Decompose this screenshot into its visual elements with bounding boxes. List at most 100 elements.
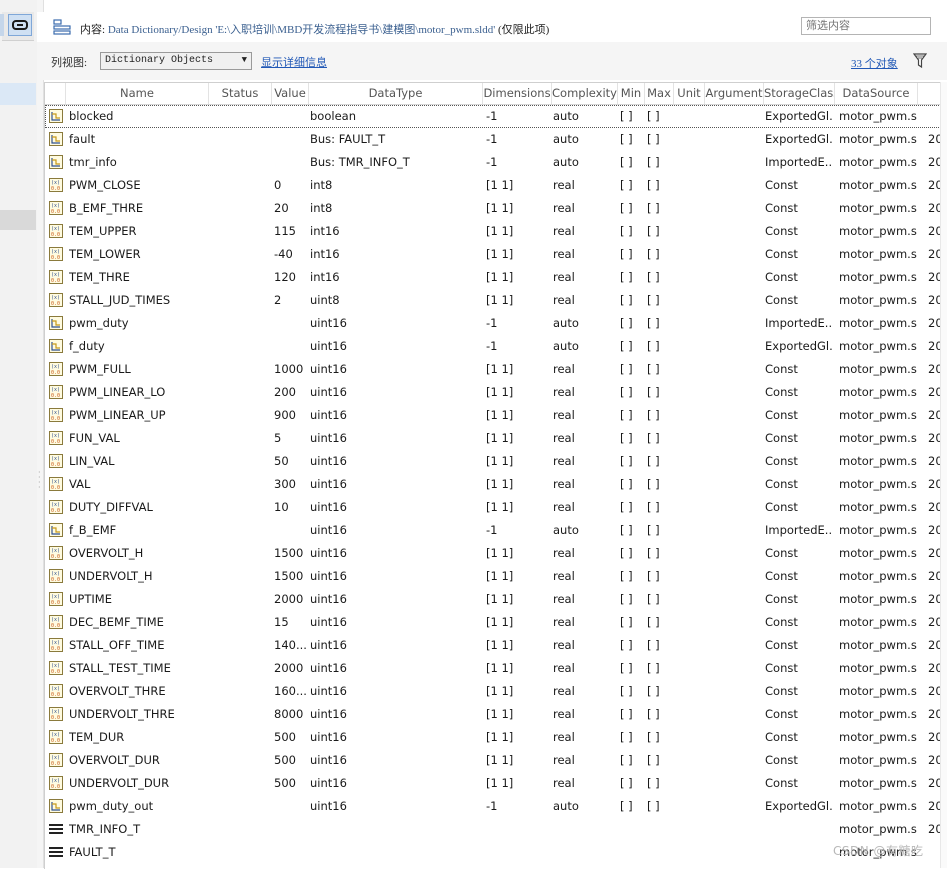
cell-complexity: real (553, 588, 615, 611)
cell-name: PWM_CLOSE (69, 174, 207, 197)
svg-text:0.0: 0.0 (51, 577, 60, 583)
header-unit[interactable]: Unit (674, 83, 705, 104)
table-row[interactable]: pwm_duty uint16 -1 auto [ ] [ ] ImportedE... mo… (45, 312, 941, 335)
cell-datatype: Bus: TMR_INFO_T (310, 151, 480, 174)
table-row[interactable]: (x) 0.0 STALL_OFF_TIME 140... uint16 [1 1] rea… (45, 634, 941, 657)
parameter-object-icon: (x) 0.0 (49, 661, 63, 675)
cell-status (211, 588, 269, 611)
cell-dimensions: [1 1] (486, 381, 550, 404)
table-row[interactable]: (x) 0.0 UNDERVOLT_DUR 500 uint16 [1 1] real [ ]… (45, 772, 941, 795)
header-status[interactable]: Status (209, 83, 272, 104)
table-row[interactable]: fault Bus: FAULT_T -1 auto [ ] [ ] ExportedGl.… (45, 128, 941, 151)
parameter-object-icon: (x) 0.0 (49, 201, 63, 215)
cell-datasource: motor_pwm.s... (839, 381, 917, 404)
cell-value: 1500 (274, 542, 308, 565)
header-min[interactable]: Min (618, 83, 645, 104)
table-row[interactable]: (x) 0.0 VAL 300 uint16 [1 1] real [ ] [ ] Const mo… (45, 473, 941, 496)
cell-dimensions: -1 (486, 519, 550, 542)
cell-value: 115 (274, 220, 308, 243)
header-extra[interactable] (918, 83, 941, 104)
table-row[interactable]: (x) 0.0 UNDERVOLT_H 1500 uint16 [1 1] real [ ] [… (45, 565, 941, 588)
cell-complexity: real (553, 358, 615, 381)
cell-datasource: motor_pwm.s... (839, 404, 917, 427)
show-details-link[interactable]: 显示详细信息 (261, 54, 327, 70)
table-row[interactable]: (x) 0.0 OVERVOLT_H 1500 uint16 [1 1] real [ ] [ … (45, 542, 941, 565)
table-row[interactable]: pwm_duty_out uint16 -1 auto [ ] [ ] ExportedGl… (45, 795, 941, 818)
table-row[interactable]: (x) 0.0 TEM_DUR 500 uint16 [1 1] real [ ] [ ] Con… (45, 726, 941, 749)
table-row[interactable]: f_duty uint16 -1 auto [ ] [ ] ExportedGl... mot… (45, 335, 941, 358)
signal-object-icon (49, 109, 63, 123)
header-value[interactable]: Value (272, 83, 309, 104)
object-count-link[interactable]: 33 个对象 (851, 55, 898, 71)
table-row[interactable]: FAULT_Tmotor_pwm.s... (45, 841, 941, 864)
cell-storageclass: Const (765, 634, 833, 657)
table-row[interactable]: f_B_EMF uint16 -1 auto [ ] [ ] ImportedE... mot… (45, 519, 941, 542)
cell-datasource: motor_pwm.s... (839, 473, 917, 496)
tree-item-highlight[interactable] (0, 210, 36, 230)
header-complexity[interactable]: Complexity (552, 83, 618, 104)
table-row[interactable]: (x) 0.0 OVERVOLT_DUR 500 uint16 [1 1] real [ ] [… (45, 749, 941, 772)
cell-value: 10 (274, 496, 308, 519)
table-row[interactable]: (x) 0.0 PWM_FULL 1000 uint16 [1 1] real [ ] [ ] C… (45, 358, 941, 381)
cell-min: [ ] (620, 473, 644, 496)
svg-text:0.0: 0.0 (51, 784, 60, 790)
cell-min: [ ] (620, 680, 644, 703)
header-storageclass[interactable]: StorageClass (764, 83, 835, 104)
cell-complexity: auto (553, 128, 615, 151)
signal-object-icon (49, 339, 63, 353)
header-name[interactable]: Name (66, 83, 209, 104)
svg-text:0.0: 0.0 (51, 301, 60, 307)
table-row[interactable]: (x) 0.0 UNDERVOLT_THRE 8000 uint16 [1 1] real [… (45, 703, 941, 726)
header-dimensions[interactable]: Dimensions (483, 83, 552, 104)
cell-min: [ ] (620, 565, 644, 588)
table-row[interactable]: (x) 0.0 OVERVOLT_THRE 160... uint16 [1 1] real… (45, 680, 941, 703)
toggle-pane-button[interactable] (8, 14, 32, 36)
filter-input[interactable] (801, 17, 931, 35)
cell-min: [ ] (620, 657, 644, 680)
cell-max: [ ] (647, 381, 673, 404)
cell-name: tmr_info (69, 151, 207, 174)
table-row[interactable]: (x) 0.0 PWM_LINEAR_LO 200 uint16 [1 1] real [ ]… (45, 381, 941, 404)
table-row[interactable]: (x) 0.0 FUN_VAL 5 uint16 [1 1] real [ ] [ ] Const… (45, 427, 941, 450)
table-row[interactable]: blocked boolean -1 auto [ ] [ ] ExportedGl... m… (45, 105, 941, 128)
cell-status (211, 519, 269, 542)
cell-complexity (553, 841, 615, 864)
table-row[interactable]: (x) 0.0 PWM_CLOSE 0 int8 [1 1] real [ ] [ ] Const… (45, 174, 941, 197)
cell-status (211, 657, 269, 680)
cell-storageclass: Const (765, 381, 833, 404)
column-view-select[interactable]: Dictionary Objects ▼ (100, 52, 252, 70)
cell-status (211, 611, 269, 634)
header-argument[interactable]: Argument (705, 83, 764, 104)
cell-value: 8000 (274, 703, 308, 726)
table-row[interactable]: (x) 0.0 UPTIME 2000 uint16 [1 1] real [ ] [ ] Con… (45, 588, 941, 611)
cell-status (211, 312, 269, 335)
table-row[interactable]: TMR_INFO_Tmotor_pwm.s...20 (45, 818, 941, 841)
cell-datasource: motor_pwm.s... (839, 818, 917, 841)
filter-funnel-icon[interactable] (913, 53, 927, 69)
parameter-object-icon: (x) 0.0 (49, 408, 63, 422)
table-row[interactable]: (x) 0.0 LIN_VAL 50 uint16 [1 1] real [ ] [ ] Cons… (45, 450, 941, 473)
splitter[interactable]: · · · · (37, 0, 44, 868)
cell-value: 500 (274, 772, 308, 795)
cell-min: [ ] (620, 243, 644, 266)
header-max[interactable]: Max (645, 83, 674, 104)
cell-datatype: uint16 (310, 404, 480, 427)
table-row[interactable]: (x) 0.0 B_EMF_THRE 20 int8 [1 1] real [ ] [ ] Con… (45, 197, 941, 220)
svg-text:0.0: 0.0 (51, 370, 60, 376)
table-row[interactable]: (x) 0.0 DEC_BEMF_TIME 15 uint16 [1 1] real [ ] [… (45, 611, 941, 634)
table-row[interactable]: (x) 0.0 DUTY_DIFFVAL 10 uint16 [1 1] real [ ] [ … (45, 496, 941, 519)
cell-value (274, 312, 308, 335)
table-row[interactable]: (x) 0.0 STALL_TEST_TIME 2000 uint16 [1 1] real… (45, 657, 941, 680)
cell-value: 900 (274, 404, 308, 427)
table-row[interactable]: (x) 0.0 TEM_LOWER -40 int16 [1 1] real [ ] [ ] Co… (45, 243, 941, 266)
header-datasource[interactable]: DataSource (835, 83, 918, 104)
table-row[interactable]: (x) 0.0 STALL_JUD_TIMES 2 uint8 [1 1] real [ ] [… (45, 289, 941, 312)
table-row[interactable]: (x) 0.0 PWM_LINEAR_UP 900 uint16 [1 1] real [ ]… (45, 404, 941, 427)
table-row[interactable]: (x) 0.0 TEM_UPPER 115 int16 [1 1] real [ ] [ ] Co… (45, 220, 941, 243)
table-row[interactable]: (x) 0.0 TEM_THRE 120 int16 [1 1] real [ ] [ ] Con… (45, 266, 941, 289)
table-row[interactable]: tmr_info Bus: TMR_INFO_T -1 auto [ ] [ ] Impor… (45, 151, 941, 174)
tree-item-selected[interactable] (0, 83, 36, 105)
cell-name: STALL_JUD_TIMES (69, 289, 207, 312)
cell-min: [ ] (620, 749, 644, 772)
cell-storageclass: Const (765, 726, 833, 749)
